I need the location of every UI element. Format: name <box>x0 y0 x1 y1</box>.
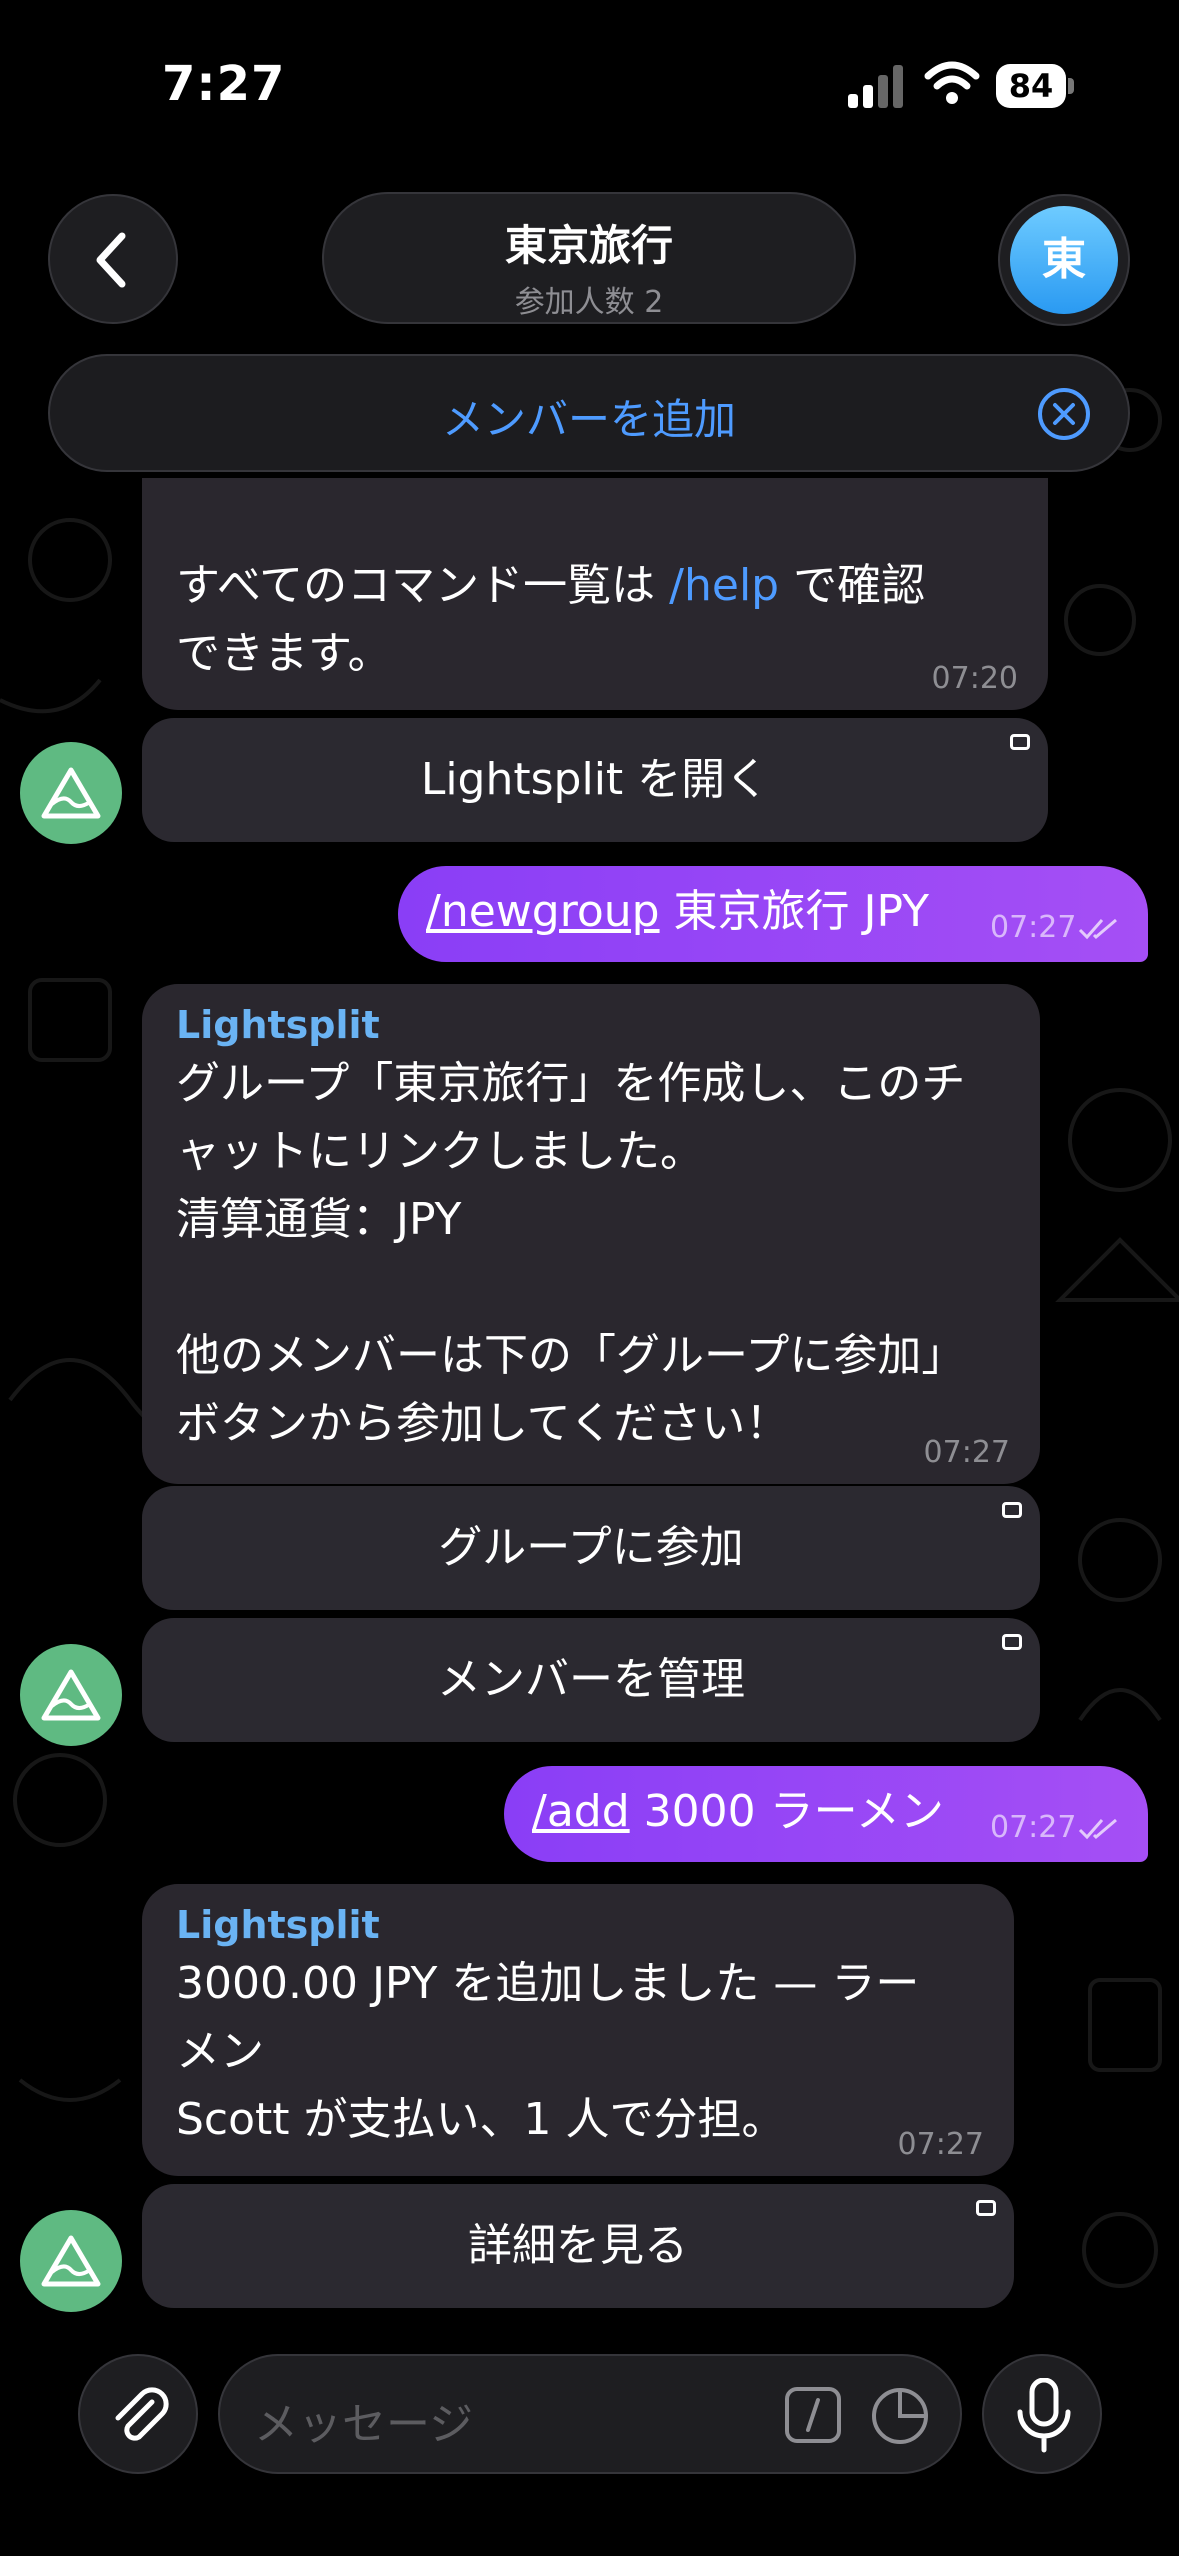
button-label: Lightsplit を開く <box>420 754 770 805</box>
chevron-left-icon <box>96 232 126 288</box>
message-text: グループ「東京旅行」を作成し、このチ ャットにリンクしました。 清算通貨：JPY… <box>176 1058 966 1449</box>
open-app-icon <box>1002 1502 1022 1518</box>
input-placeholder: メッセージ <box>254 2399 474 2450</box>
status-bar: 7:27 84 <box>0 0 1179 170</box>
participant-count: 参加人数 2 <box>514 285 664 320</box>
bot-avatar[interactable] <box>20 2210 122 2312</box>
add-member-label: メンバーを追加 <box>441 395 736 444</box>
message-text: すべてのコマンド一覧は /help で確認 できます。 <box>176 560 926 679</box>
open-app-icon <box>976 2200 996 2216</box>
message-text: /add 3000 ラーメン <box>532 1786 944 1837</box>
wifi-icon <box>924 61 980 104</box>
battery-tip <box>1068 78 1074 94</box>
message-text: 3000.00 JPY を追加しました — ラー メン Scott が支払い、1… <box>176 1958 920 2145</box>
lightsplit-logo-icon <box>41 767 101 819</box>
sender-name: Lightsplit <box>176 1903 380 1947</box>
chat-avatar-button[interactable]: 東 <box>998 194 1130 326</box>
open-app-icon <box>1010 734 1030 750</box>
double-check-icon <box>1078 1818 1117 1840</box>
slash-command-icon[interactable] <box>784 2386 842 2444</box>
message-time: 07:27 <box>990 1810 1077 1845</box>
chat-avatar: 東 <box>1010 206 1118 314</box>
close-circle-icon[interactable] <box>1036 386 1092 442</box>
lightsplit-logo-icon <box>41 1669 101 1721</box>
bot-message: すべてのコマンド一覧は /help で確認 できます。 07:20 <box>142 478 1048 710</box>
help-command-link[interactable]: /help <box>669 560 779 611</box>
chat-title-pill[interactable]: 東京旅行 参加人数 2 <box>322 192 856 324</box>
message-time: 07:20 <box>931 661 1018 696</box>
lightsplit-logo-icon <box>41 2235 101 2287</box>
status-time: 7:27 <box>162 56 286 112</box>
attach-button[interactable] <box>78 2354 198 2474</box>
add-member-bar[interactable]: メンバーを追加 <box>48 354 1130 472</box>
chat-title: 東京旅行 <box>504 221 673 270</box>
outgoing-message: /add 3000 ラーメン 07:27 <box>504 1766 1148 1862</box>
back-button[interactable] <box>48 194 178 324</box>
paperclip-icon <box>115 2387 169 2441</box>
sticker-icon[interactable] <box>870 2386 930 2446</box>
button-label: 詳細を見る <box>468 2220 688 2271</box>
message-text: /newgroup 東京旅行 JPY <box>426 886 929 937</box>
message-time: 07:27 <box>923 1435 1010 1470</box>
button-label: グループに参加 <box>438 1522 744 1573</box>
microphone-button[interactable] <box>982 2354 1102 2474</box>
newgroup-command-link[interactable]: /newgroup <box>426 886 660 937</box>
open-app-icon <box>1002 1634 1022 1650</box>
bot-avatar[interactable] <box>20 742 122 844</box>
open-lightsplit-button[interactable]: Lightsplit を開く <box>142 718 1048 842</box>
message-time: 07:27 <box>897 2127 984 2162</box>
microphone-icon <box>1017 2378 1071 2453</box>
bot-avatar[interactable] <box>20 1644 122 1746</box>
add-command-link[interactable]: /add <box>532 1786 630 1837</box>
cellular-signal-icon <box>848 65 903 108</box>
join-group-button[interactable]: グループに参加 <box>142 1486 1040 1610</box>
button-label: メンバーを管理 <box>437 1654 745 1705</box>
message-input[interactable]: メッセージ <box>218 2354 962 2474</box>
bot-message: Lightsplit グループ「東京旅行」を作成し、このチ ャットにリンクしまし… <box>142 984 1040 1484</box>
view-details-button[interactable]: 詳細を見る <box>142 2184 1014 2308</box>
double-check-icon <box>1078 918 1117 940</box>
sender-name: Lightsplit <box>176 1003 380 1047</box>
manage-members-button[interactable]: メンバーを管理 <box>142 1618 1040 1742</box>
outgoing-message: /newgroup 東京旅行 JPY 07:27 <box>398 866 1148 962</box>
bot-message: Lightsplit 3000.00 JPY を追加しました — ラー メン S… <box>142 1884 1014 2176</box>
battery-indicator: 84 <box>996 64 1076 108</box>
battery-level: 84 <box>996 64 1066 108</box>
message-time: 07:27 <box>990 910 1077 945</box>
